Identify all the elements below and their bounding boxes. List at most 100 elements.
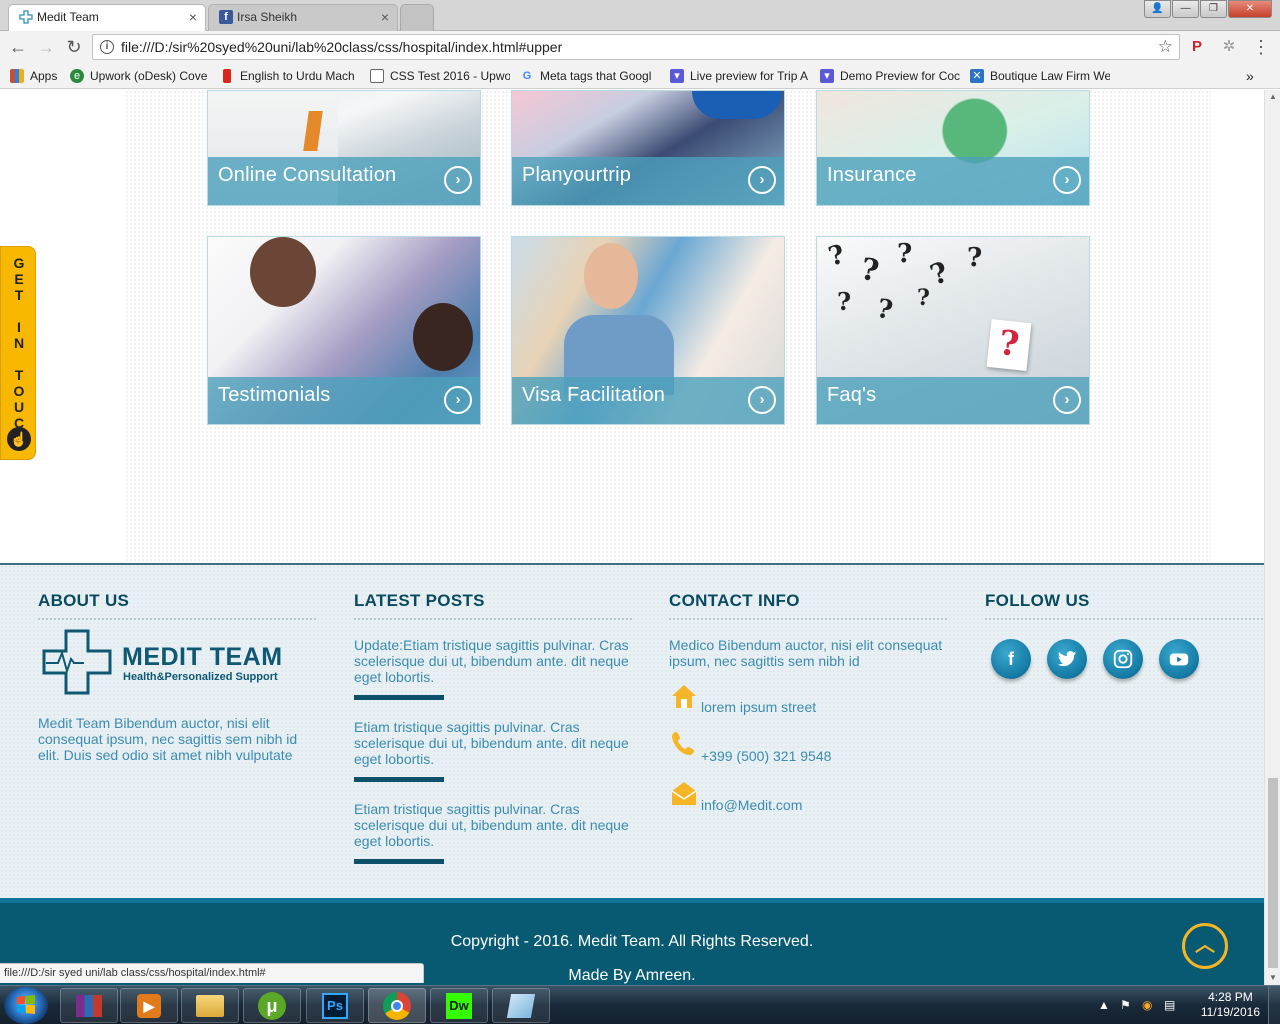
maximize-button[interactable]: ❐ <box>1200 0 1227 18</box>
x-logo-icon: ✕ <box>970 69 984 83</box>
utorrent-taskbar-icon[interactable]: μ <box>243 988 301 1023</box>
new-tab-button[interactable] <box>400 4 434 31</box>
tab-title: Irsa Sheikh <box>237 10 298 24</box>
start-button-windows-icon[interactable] <box>4 987 48 1024</box>
post-link[interactable]: Etiam tristique sagittis pulvinar. Cras … <box>354 719 632 767</box>
network-icon[interactable]: ▤ <box>1164 998 1175 1012</box>
arrow-right-circle-icon[interactable]: › <box>444 386 472 414</box>
scroll-to-top-chevron-up-icon[interactable]: ︿ <box>1182 923 1228 969</box>
chrome-taskbar-icon[interactable] <box>368 988 426 1023</box>
page-scrollbar[interactable]: ▲ ▼ <box>1264 90 1280 985</box>
footer-info-section: ABOUT US MEDIT TEAM Health&Personalized … <box>0 563 1264 898</box>
bookmark-apps[interactable]: Apps <box>10 67 66 85</box>
file-explorer-taskbar-icon[interactable] <box>181 988 239 1023</box>
bookmark-upwork[interactable]: e Upwork (oDesk) Cove <box>70 67 210 85</box>
bookmark-demo-preview[interactable]: ▾ Demo Preview for Coc <box>820 67 960 85</box>
scroll-up-arrow-icon[interactable]: ▲ <box>1265 90 1280 104</box>
arrow-right-circle-icon[interactable]: › <box>444 166 472 194</box>
themeforest-icon: ▾ <box>670 69 684 83</box>
tab-irsa-sheikh[interactable]: f Irsa Sheikh × <box>208 4 398 31</box>
service-title: Insurance <box>827 164 917 186</box>
user-icon[interactable]: 👤 <box>1144 0 1171 18</box>
back-arrow-icon[interactable]: ← <box>8 37 28 57</box>
forward-arrow-icon[interactable]: → <box>36 37 56 57</box>
service-title: Planyourtrip <box>522 164 632 186</box>
service-card-faqs[interactable]: ? ? ? ? ? ? ? ? ? Faq's › <box>816 236 1090 425</box>
tab-close-icon[interactable]: × <box>381 5 389 30</box>
service-card-testimonials[interactable]: Testimonials › <box>207 236 481 425</box>
photoshop-taskbar-icon[interactable]: Ps <box>306 988 364 1023</box>
arrow-right-circle-icon[interactable]: › <box>748 386 776 414</box>
scrollbar-thumb[interactable] <box>1268 778 1278 968</box>
medit-favicon-icon <box>19 10 33 24</box>
tray-expand-icon[interactable]: ▲ <box>1098 998 1110 1012</box>
window-controls: 👤 — ❐ ✕ <box>1143 0 1272 18</box>
post-separator <box>354 777 444 782</box>
link-status-bubble: file:///D:/sir syed uni/lab class/css/ho… <box>0 963 424 983</box>
more-bookmarks-icon[interactable]: » <box>1246 67 1266 85</box>
facebook-favicon-icon: f <box>219 10 233 24</box>
antivirus-icon[interactable]: ◉ <box>1142 998 1152 1012</box>
bookmark-css-test[interactable]: CSS Test 2016 - Upwo <box>370 67 510 85</box>
extension-icon[interactable]: ✲ <box>1219 37 1239 57</box>
facebook-icon[interactable]: f <box>991 639 1031 679</box>
upwork-icon: e <box>70 69 84 83</box>
bookmark-boutique-law[interactable]: ✕ Boutique Law Firm We <box>970 67 1110 85</box>
get-in-touch-label: G E T I N T O U C H <box>13 255 25 447</box>
service-card-planyourtrip[interactable]: Planyourtrip › <box>511 90 785 206</box>
apps-grid-icon <box>10 69 24 83</box>
windows-taskbar: ▶ μ Ps Dw ▲ ⚑ ◉ ▤ 4:28 PM 11/19/2016 <box>0 985 1280 1024</box>
arrow-right-circle-icon[interactable]: › <box>1053 166 1081 194</box>
service-card-visa-facilitation[interactable]: Visa Facilitation › <box>511 236 785 425</box>
bookmark-star-icon[interactable]: ☆ <box>1158 37 1173 57</box>
post-link[interactable]: Etiam tristique sagittis pulvinar. Cras … <box>354 801 632 849</box>
close-window-button[interactable]: ✕ <box>1228 0 1272 18</box>
service-title: Testimonials <box>218 384 331 406</box>
logo-tagline: Health&Personalized Support <box>123 671 278 683</box>
media-player-taskbar-icon[interactable]: ▶ <box>120 988 178 1023</box>
tab-medit-team[interactable]: Medit Team × <box>8 4 206 31</box>
system-tray: ▲ ⚑ ◉ ▤ 4:28 PM 11/19/2016 <box>1090 986 1280 1024</box>
bookmark-live-preview[interactable]: ▾ Live preview for Trip A <box>670 67 810 85</box>
page-viewport: Online Consultation › Planyourtrip › Ins… <box>0 90 1264 985</box>
contact-info-heading: CONTACT INFO <box>669 591 800 610</box>
youtube-icon[interactable] <box>1159 639 1199 679</box>
post-separator <box>354 695 444 700</box>
notepad-taskbar-icon[interactable] <box>492 988 550 1023</box>
clock[interactable]: 4:28 PM 11/19/2016 <box>1201 990 1260 1020</box>
tab-close-icon[interactable]: × <box>189 5 197 30</box>
contact-address: lorem ipsum street <box>701 699 817 715</box>
scroll-down-arrow-icon[interactable]: ▼ <box>1265 971 1280 985</box>
bookmarks-bar: Apps e Upwork (oDesk) Cove English to Urd… <box>0 63 1280 89</box>
bookmark-meta-tags[interactable]: G Meta tags that Googl <box>520 67 660 85</box>
post-link[interactable]: Update:Etiam tristique sagittis pulvinar… <box>354 637 632 685</box>
arrow-right-circle-icon[interactable]: › <box>1053 386 1081 414</box>
copyright-text: Copyright - 2016. Medit Team. All Rights… <box>450 933 814 950</box>
medit-logo-cross-icon <box>42 629 112 695</box>
menu-icon[interactable]: ⋮ <box>1251 37 1271 57</box>
instagram-icon[interactable] <box>1103 639 1143 679</box>
get-in-touch-tab[interactable]: G E T I N T O U C H ☝ <box>0 246 36 460</box>
minimize-button[interactable]: — <box>1172 0 1199 18</box>
contact-phone[interactable]: +399 (500) 321 9548 <box>701 748 831 764</box>
service-card-insurance[interactable]: Insurance › <box>816 90 1090 206</box>
winrar-taskbar-icon[interactable] <box>60 988 118 1023</box>
address-bar[interactable]: i file:///D:/sir%20syed%20uni/lab%20clas… <box>92 34 1180 60</box>
pinterest-extension-icon[interactable]: P <box>1187 37 1207 57</box>
post-separator <box>354 859 444 864</box>
twitter-icon[interactable] <box>1047 639 1087 679</box>
divider <box>985 618 1263 620</box>
page-info-icon[interactable]: i <box>100 40 114 54</box>
contact-email[interactable]: info@Medit.com <box>701 797 802 813</box>
service-card-online-consultation[interactable]: Online Consultation › <box>207 90 481 206</box>
dreamweaver-taskbar-icon[interactable]: Dw <box>430 988 488 1023</box>
action-center-flag-icon[interactable]: ⚑ <box>1120 998 1131 1012</box>
show-desktop-button[interactable] <box>1268 986 1280 1024</box>
about-us-heading: ABOUT US <box>38 591 130 610</box>
touch-hand-icon: ☝ <box>7 427 31 451</box>
reload-icon[interactable]: ↻ <box>64 37 84 57</box>
service-title: Online Consultation <box>218 164 397 186</box>
bookmark-english-urdu[interactable]: English to Urdu Mach <box>220 67 360 85</box>
arrow-right-circle-icon[interactable]: › <box>748 166 776 194</box>
divider <box>669 618 947 620</box>
